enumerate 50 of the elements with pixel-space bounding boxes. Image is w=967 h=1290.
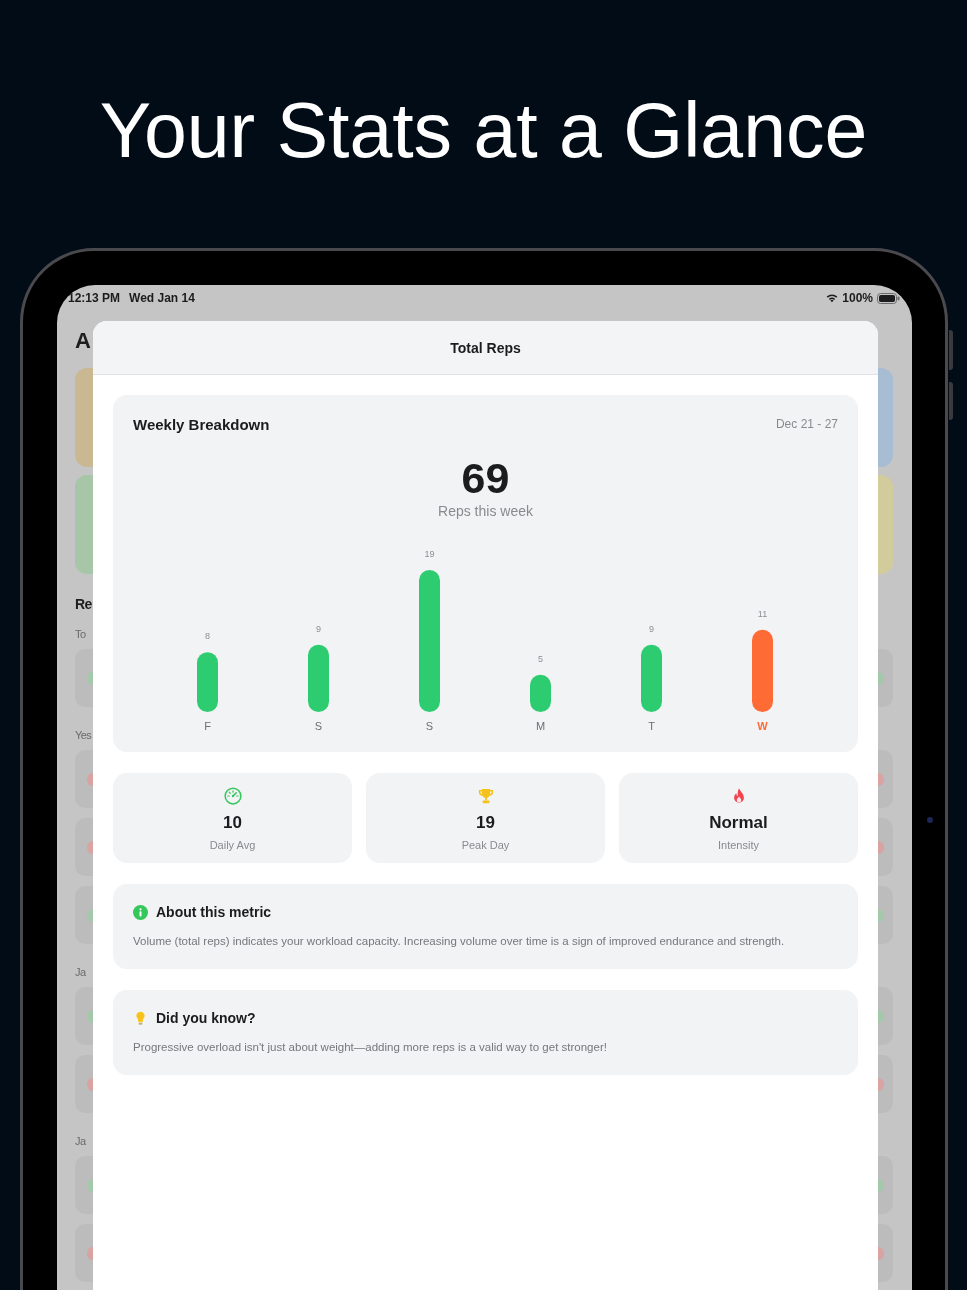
lightbulb-icon	[133, 1010, 148, 1026]
note-text: Volume (total reps) indicates your workload capacity. Increasing volume over time is a sign of improved endurance and strength.	[133, 934, 786, 949]
wifi-icon	[826, 292, 839, 304]
sheet-title: Total Reps	[450, 339, 521, 356]
bar-value-label: 9	[649, 623, 654, 634]
stat-value: Normal	[709, 813, 768, 833]
section-label: To	[75, 627, 87, 641]
headline: Your Stats at a Glance	[99, 92, 868, 169]
side-button[interactable]	[949, 330, 953, 370]
camera-lens-icon	[927, 817, 933, 823]
stat-value: 10	[223, 813, 242, 833]
note-text: Progressive overload isn't just about weight—adding more reps is a valid way to get stronger!	[133, 1040, 608, 1055]
section-heading: Re	[75, 596, 93, 612]
day-label: W	[757, 720, 768, 732]
total-reps-value: 69	[461, 456, 510, 500]
chart-bar	[641, 644, 662, 712]
battery-percent: 100%	[842, 291, 873, 305]
chart-bar	[197, 652, 218, 712]
day-label: T	[648, 720, 655, 732]
trophy-icon	[476, 787, 495, 805]
stat-value: 19	[476, 813, 495, 833]
day-label: S	[425, 720, 434, 732]
day-label: F	[204, 720, 211, 732]
stat-label: Daily Avg	[209, 838, 256, 852]
date-range: Dec 21 - 27	[775, 417, 838, 431]
battery-icon	[877, 292, 900, 304]
note-title: Did you know?	[156, 1010, 256, 1026]
day-label: M	[535, 720, 546, 732]
gauge-icon	[223, 787, 242, 805]
chart-bar	[530, 674, 551, 712]
bar-value-label: 9	[316, 623, 321, 634]
bar-value-label: 5	[538, 653, 543, 664]
app-title: A	[75, 330, 92, 352]
bar-value-label: 8	[205, 631, 210, 642]
section-label: Ja	[75, 1134, 87, 1148]
stat-label: Peak Day	[461, 838, 510, 852]
stat-label: Intensity	[718, 838, 759, 852]
section-label: Ja	[75, 965, 87, 979]
info-icon	[133, 904, 148, 920]
section-label: Yes	[75, 728, 93, 742]
note-title: About this metric	[156, 904, 272, 920]
bar-value-label: 11	[757, 608, 768, 619]
chart-bar	[308, 644, 329, 712]
total-reps-label: Reps this week	[438, 502, 533, 520]
status-time: 12:13 PM	[68, 291, 121, 305]
bar-value-label: 19	[424, 549, 435, 559]
day-label: S	[314, 720, 323, 732]
card-title: Weekly Breakdown	[133, 415, 270, 433]
status-date: Wed Jan 14	[129, 291, 195, 305]
side-button[interactable]	[949, 382, 953, 420]
